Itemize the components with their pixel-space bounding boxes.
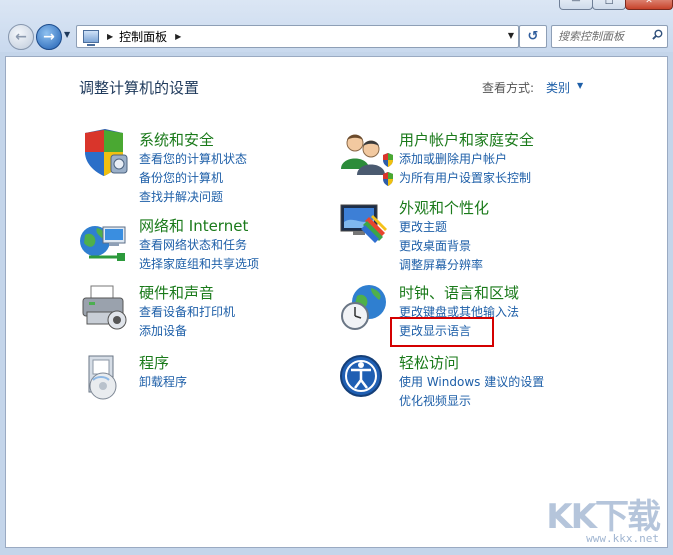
view-computer-status-link[interactable]: 查看您的计算机状态 xyxy=(139,150,247,169)
ease-of-access-icon[interactable] xyxy=(339,352,389,402)
control-panel-content: 调整计算机的设置 查看方式: 类别 ▼ 系统和安全 查看您的计算机状态 备份您的… xyxy=(5,56,668,548)
view-by-dropdown-icon[interactable]: ▼ xyxy=(577,81,583,90)
backup-computer-link[interactable]: 备份您的计算机 xyxy=(139,169,247,188)
system-security-heading[interactable]: 系统和安全 xyxy=(139,129,214,150)
watermark-logo-text: KK下载 xyxy=(546,497,661,537)
minimize-button[interactable]: — xyxy=(559,0,593,10)
window-controls: — □ ✕ xyxy=(559,0,673,10)
add-device-link[interactable]: 添加设备 xyxy=(139,322,235,341)
breadcrumb-control-panel[interactable]: 控制面板 xyxy=(119,28,167,45)
add-remove-users-label: 添加或删除用户帐户 xyxy=(399,152,508,166)
close-button[interactable]: ✕ xyxy=(625,0,673,10)
title-bar: — □ ✕ ← → ▼ ▶ 控制面板 ▶ ▼ ↺ xyxy=(0,0,673,52)
appearance-heading[interactable]: 外观和个性化 xyxy=(399,197,489,218)
user-accounts-heading[interactable]: 用户帐户和家庭安全 xyxy=(399,129,534,150)
view-devices-printers-link[interactable]: 查看设备和打印机 xyxy=(139,303,235,322)
address-bar[interactable]: ▶ 控制面板 ▶ ▼ xyxy=(76,25,519,48)
printer-icon[interactable] xyxy=(79,282,129,332)
back-button[interactable]: ← xyxy=(8,24,34,50)
view-by-label: 查看方式: xyxy=(482,81,535,95)
clock-language-region-heading[interactable]: 时钟、语言和区域 xyxy=(399,282,519,303)
view-network-status-link[interactable]: 查看网络状态和任务 xyxy=(139,236,259,255)
uninstall-program-link[interactable]: 卸载程序 xyxy=(139,373,187,392)
highlight-box xyxy=(390,317,494,347)
forward-button[interactable]: → xyxy=(36,24,62,50)
address-history-dropdown[interactable]: ▼ xyxy=(508,31,514,40)
change-desktop-background-link[interactable]: 更改桌面背景 xyxy=(399,237,483,256)
breadcrumb-separator-icon[interactable]: ▶ xyxy=(107,32,113,41)
security-shield-icon[interactable] xyxy=(79,129,129,179)
watermark: KK下载 www.kkx.net xyxy=(546,489,661,545)
page-title: 调整计算机的设置 xyxy=(79,79,200,97)
appearance-monitor-icon[interactable] xyxy=(339,197,389,247)
uac-shield-icon xyxy=(383,172,393,186)
use-recommended-settings-link[interactable]: 使用 Windows 建议的设置 xyxy=(399,373,544,392)
search-input[interactable] xyxy=(558,30,646,43)
clock-globe-icon[interactable] xyxy=(339,282,389,332)
maximize-icon: □ xyxy=(604,0,614,6)
adjust-resolution-link[interactable]: 调整屏幕分辨率 xyxy=(399,256,483,275)
recent-pages-dropdown[interactable]: ▼ xyxy=(64,30,70,39)
control-panel-icon xyxy=(83,30,99,46)
view-by-category-link[interactable]: 类别 xyxy=(546,79,570,96)
programs-heading[interactable]: 程序 xyxy=(139,352,169,373)
hardware-sound-heading[interactable]: 硬件和声音 xyxy=(139,282,214,303)
back-arrow-icon: ← xyxy=(15,29,27,45)
homegroup-sharing-link[interactable]: 选择家庭组和共享选项 xyxy=(139,255,259,274)
minimize-icon: — xyxy=(571,0,581,6)
parental-controls-label: 为所有用户设置家长控制 xyxy=(399,171,532,185)
search-icon[interactable] xyxy=(652,29,663,40)
ease-of-access-heading[interactable]: 轻松访问 xyxy=(399,352,459,373)
search-box[interactable] xyxy=(551,25,668,48)
forward-arrow-icon: → xyxy=(43,29,55,45)
close-icon: ✕ xyxy=(645,0,653,6)
change-theme-link[interactable]: 更改主题 xyxy=(399,218,483,237)
programs-box-icon[interactable] xyxy=(79,352,129,402)
breadcrumb-child-chevron-icon[interactable]: ▶ xyxy=(175,32,181,41)
refresh-button[interactable]: ↺ xyxy=(519,25,547,48)
troubleshoot-link[interactable]: 查找并解决问题 xyxy=(139,188,247,207)
optimize-visual-display-link[interactable]: 优化视频显示 xyxy=(399,392,544,411)
network-internet-heading[interactable]: 网络和 Internet xyxy=(139,215,248,236)
maximize-button[interactable]: □ xyxy=(592,0,626,10)
network-globe-icon[interactable] xyxy=(79,215,129,265)
refresh-icon: ↺ xyxy=(527,29,539,44)
parental-controls-link[interactable]: 为所有用户设置家长控制 xyxy=(382,169,531,188)
add-remove-users-link[interactable]: 添加或删除用户帐户 xyxy=(382,150,531,169)
uac-shield-icon xyxy=(383,153,393,167)
